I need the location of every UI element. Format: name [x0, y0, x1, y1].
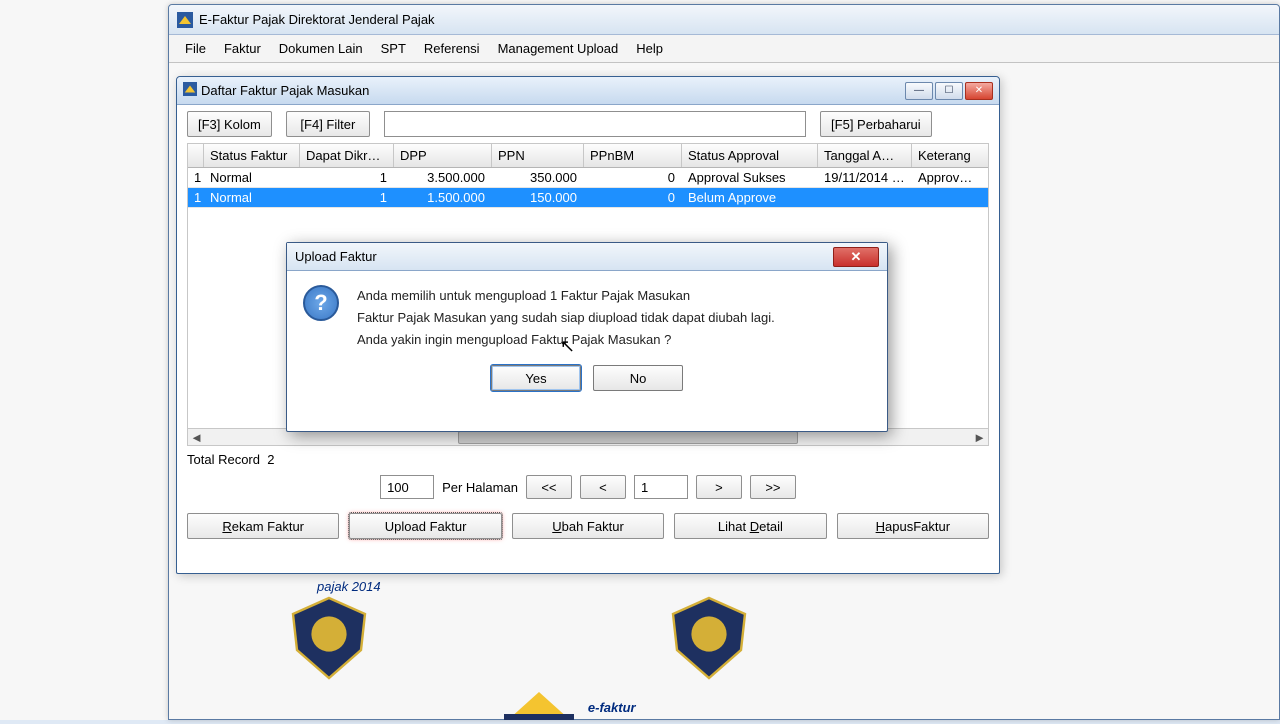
scroll-left-icon[interactable]: ◄: [189, 430, 204, 445]
rekam-faktur-button[interactable]: RRekam Fakturekam Faktur: [187, 513, 339, 539]
upload-confirm-dialog: Upload Faktur ✕ ? Anda memilih untuk men…: [286, 242, 888, 432]
filter-input[interactable]: [384, 111, 806, 137]
main-titlebar[interactable]: E-Faktur Pajak Direktorat Jenderal Pajak: [169, 5, 1279, 35]
scroll-thumb[interactable]: [458, 431, 798, 444]
app-title: E-Faktur Pajak Direktorat Jenderal Pajak: [199, 12, 435, 27]
col-ppnbm[interactable]: PPnBM: [584, 144, 682, 167]
menubar: File Faktur Dokumen Lain SPT Referensi M…: [169, 35, 1279, 63]
cell-approval: Belum Approve: [682, 189, 818, 206]
cell-ppn: 150.000: [492, 189, 584, 206]
per-page-input[interactable]: [380, 475, 434, 499]
sub-window-title: Daftar Faktur Pajak Masukan: [201, 83, 369, 98]
last-page-button[interactable]: >>: [750, 475, 796, 499]
perbaharui-button[interactable]: [F5] Perbaharui: [820, 111, 932, 137]
cell-tanggal: [818, 197, 912, 199]
cell-ppnbm: 0: [584, 169, 682, 186]
dialog-line-2: Faktur Pajak Masukan yang sudah siap diu…: [357, 307, 775, 329]
cell-approval: Approval Sukses: [682, 169, 818, 186]
dialog-line-1: Anda memilih untuk mengupload 1 Faktur P…: [357, 285, 775, 307]
question-icon: ?: [303, 285, 339, 321]
cell-lead: 14: [188, 189, 204, 206]
col-rownum[interactable]: [188, 144, 204, 167]
menu-help[interactable]: Help: [628, 37, 671, 60]
filter-button[interactable]: [F4] Filter: [286, 111, 370, 137]
menu-referensi[interactable]: Referensi: [416, 37, 488, 60]
total-record: Total Record 2: [177, 446, 999, 469]
pager: Per Halaman << < > >>: [177, 469, 999, 509]
table-row[interactable]: 14 Normal 1 1.500.000 150.000 0 Belum Ap…: [188, 188, 988, 208]
table-header: Status Faktur Dapat Dikr… DPP PPN PPnBM …: [188, 144, 988, 168]
cell-lead: 14: [188, 169, 204, 186]
maximize-button[interactable]: ☐: [935, 82, 963, 100]
cell-dpp: 3.500.000: [394, 169, 492, 186]
menu-spt[interactable]: SPT: [373, 37, 414, 60]
app-icon: [177, 12, 193, 28]
cell-dkredit: 1: [300, 169, 394, 186]
col-status-faktur[interactable]: Status Faktur: [204, 144, 300, 167]
dialog-text: Anda memilih untuk mengupload 1 Faktur P…: [357, 285, 775, 351]
col-keterangan[interactable]: Keterang: [912, 144, 980, 167]
cell-ket: Approval k: [912, 169, 980, 186]
cell-dkredit: 1: [300, 189, 394, 206]
upload-faktur-button[interactable]: Upload Faktur: [349, 513, 501, 539]
kolom-button[interactable]: [F3] Kolom: [187, 111, 272, 137]
shield-icon: [289, 593, 369, 683]
cell-dpp: 1.500.000: [394, 189, 492, 206]
sub-titlebar[interactable]: Daftar Faktur Pajak Masukan — ☐ ✕: [177, 77, 999, 105]
shield-icon: [669, 593, 749, 683]
sub-toolbar: [F3] Kolom [F4] Filter [F5] Perbaharui: [177, 105, 999, 143]
cell-ppn: 350.000: [492, 169, 584, 186]
dialog-line-3: Anda yakin ingin mengupload Faktur Pajak…: [357, 329, 775, 351]
close-button[interactable]: ✕: [965, 82, 993, 100]
dialog-titlebar[interactable]: Upload Faktur ✕: [287, 243, 887, 271]
lihat-detail-button[interactable]: Lihat Detail: [674, 513, 826, 539]
no-button[interactable]: No: [593, 365, 683, 391]
menu-faktur[interactable]: Faktur: [216, 37, 269, 60]
menu-management-upload[interactable]: Management Upload: [490, 37, 627, 60]
yes-button[interactable]: Yes: [491, 365, 581, 391]
col-tanggal-approve[interactable]: Tanggal A…: [818, 144, 912, 167]
col-dpp[interactable]: DPP: [394, 144, 492, 167]
ubah-faktur-button[interactable]: Ubah Faktur: [512, 513, 664, 539]
col-ppn[interactable]: PPN: [492, 144, 584, 167]
table-row[interactable]: 14 Normal 1 3.500.000 350.000 0 Approval…: [188, 168, 988, 188]
sub-window-icon: [183, 82, 197, 99]
wallpaper-text: pajak 2014: [317, 579, 381, 594]
cell-tanggal: 19/11/2014 …: [818, 169, 912, 186]
first-page-button[interactable]: <<: [526, 475, 572, 499]
prev-page-button[interactable]: <: [580, 475, 626, 499]
cell-status: Normal: [204, 189, 300, 206]
menu-file[interactable]: File: [177, 37, 214, 60]
cell-ket: [912, 197, 980, 199]
col-status-approval[interactable]: Status Approval: [682, 144, 818, 167]
cell-ppnbm: 0: [584, 189, 682, 206]
menu-dokumen-lain[interactable]: Dokumen Lain: [271, 37, 371, 60]
action-row: RRekam Fakturekam Faktur Upload Faktur U…: [177, 509, 999, 549]
minimize-button[interactable]: —: [905, 82, 933, 100]
total-record-label: Total Record: [187, 452, 260, 467]
page-number-input[interactable]: [634, 475, 688, 499]
efaktur-logo: e-faktur: [499, 683, 636, 724]
dialog-title: Upload Faktur: [295, 249, 377, 264]
per-page-label: Per Halaman: [442, 480, 518, 495]
hapus-faktur-button[interactable]: HapusFaktur: [837, 513, 989, 539]
next-page-button[interactable]: >: [696, 475, 742, 499]
cell-status: Normal: [204, 169, 300, 186]
scroll-right-icon[interactable]: ►: [972, 430, 987, 445]
total-record-value: 2: [267, 452, 274, 467]
col-dapat-dikreditkan[interactable]: Dapat Dikr…: [300, 144, 394, 167]
dialog-close-button[interactable]: ✕: [833, 247, 879, 267]
